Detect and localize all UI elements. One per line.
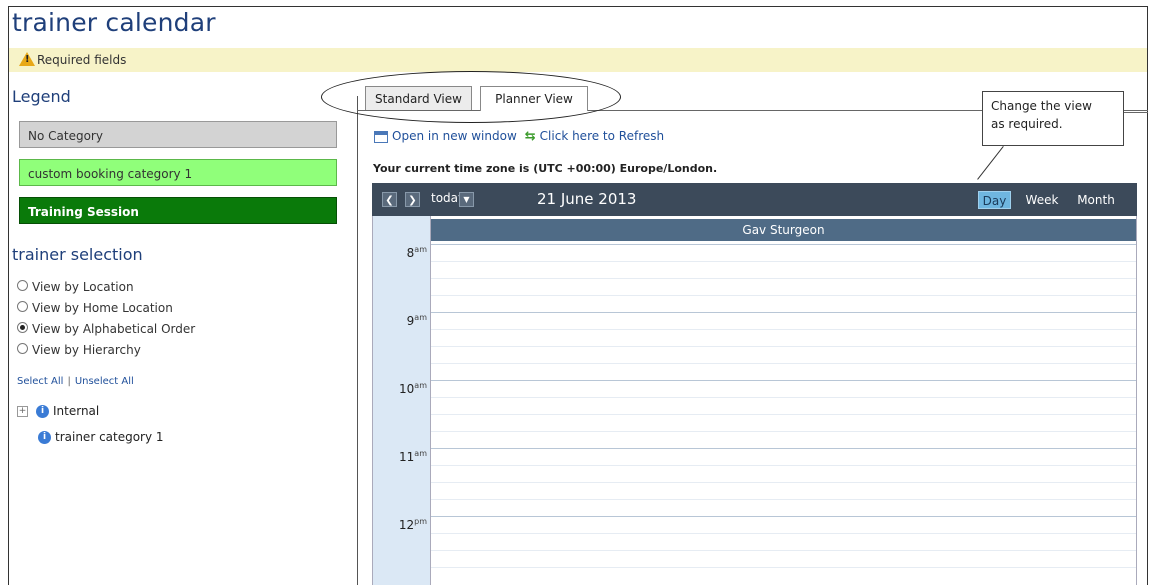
radio-label: View by Location	[32, 280, 134, 294]
slot-line	[431, 346, 1136, 347]
radio-view-by-home-location[interactable]: View by Home Location	[17, 301, 173, 315]
next-button[interactable]: ❯	[405, 192, 420, 207]
hour-label: 11am	[399, 449, 427, 464]
slot-line	[431, 261, 1136, 262]
slot-line	[431, 278, 1136, 279]
warning-icon	[19, 52, 35, 66]
view-week-button[interactable]: Week	[1023, 191, 1061, 209]
callout-line-1: Change the view	[991, 99, 1092, 113]
radio-button[interactable]	[17, 301, 28, 312]
legend-item-custom-booking-category: custom booking category 1	[19, 159, 337, 186]
calendar-date: 21 June 2013	[537, 190, 637, 208]
tree-item-label: trainer category 1	[55, 430, 164, 444]
annotation-line	[1124, 112, 1148, 113]
legend-item-no-category: No Category	[19, 121, 337, 148]
radio-view-by-alphabetical-order[interactable]: View by Alphabetical Order	[17, 322, 195, 336]
slot-line	[431, 414, 1136, 415]
slot-line	[431, 550, 1136, 551]
view-day-button[interactable]: Day	[978, 191, 1011, 209]
hour-label: 8am	[406, 245, 427, 260]
callout-line-2: as required.	[991, 117, 1063, 131]
timezone-text: Your current time zone is (UTC +00:00) E…	[373, 162, 718, 175]
slot-line	[431, 482, 1136, 483]
view-month-button[interactable]: Month	[1074, 191, 1118, 209]
hour-label: 9am	[406, 313, 427, 328]
hour-line	[431, 244, 1136, 245]
trainer-selection-title: trainer selection	[12, 245, 143, 264]
radio-view-by-hierarchy[interactable]: View by Hierarchy	[17, 343, 141, 357]
calendar: ❮ ❯ today ▼ 21 June 2013 Day Week Month …	[372, 183, 1137, 585]
slot-line	[431, 567, 1136, 568]
hour-line	[431, 312, 1136, 313]
calendar-links: Open in new window ⇆ Click here to Refresh	[374, 129, 664, 144]
slot-line	[431, 431, 1136, 432]
annotation-callout: Change the view as required.	[982, 91, 1124, 146]
radio-label: View by Alphabetical Order	[32, 322, 196, 336]
slot-line	[431, 397, 1136, 398]
slot-line	[431, 295, 1136, 296]
open-new-window-link[interactable]: Open in new window	[392, 129, 517, 143]
hour-line	[431, 380, 1136, 381]
slot-line	[431, 499, 1136, 500]
panel-divider	[357, 96, 358, 585]
chevron-down-icon[interactable]: ▼	[459, 192, 474, 207]
radio-view-by-location[interactable]: View by Location	[17, 280, 134, 294]
slot-line	[431, 329, 1136, 330]
tree-item-label: Internal	[53, 404, 100, 418]
prev-button[interactable]: ❮	[382, 192, 397, 207]
tree-item-internal[interactable]: + i Internal	[17, 404, 99, 418]
unselect-all-link[interactable]: Unselect All	[75, 376, 134, 387]
hour-line	[431, 448, 1136, 449]
refresh-link[interactable]: Click here to Refresh	[540, 129, 664, 143]
slot-line	[431, 465, 1136, 466]
page-title: trainer calendar	[12, 8, 216, 37]
separator: |	[67, 376, 71, 387]
annotation-ellipse	[321, 71, 621, 123]
calendar-toolbar: ❮ ❯ today ▼ 21 June 2013 Day Week Month	[372, 183, 1137, 216]
hour-line	[431, 516, 1136, 517]
required-fields-text: Required fields	[37, 53, 127, 67]
info-icon: i	[36, 405, 49, 418]
hour-label: 12pm	[398, 517, 427, 532]
radio-label: View by Home Location	[32, 301, 173, 315]
refresh-icon[interactable]: ⇆	[525, 129, 536, 144]
info-icon: i	[38, 431, 51, 444]
legend-item-training-session: Training Session	[19, 197, 337, 224]
calendar-grid[interactable]: Gav Sturgeon 8am 9am 10am 11am 12pm	[372, 216, 1137, 585]
hour-label: 10am	[399, 381, 427, 396]
expand-icon[interactable]: +	[17, 406, 28, 417]
slot-line	[431, 363, 1136, 364]
select-links: Select All | Unselect All	[17, 376, 134, 387]
radio-label: View by Hierarchy	[32, 343, 141, 357]
tree-item-trainer-category-1[interactable]: i trainer category 1	[38, 430, 164, 444]
resource-header: Gav Sturgeon	[431, 219, 1136, 241]
radio-button-selected[interactable]	[17, 322, 28, 333]
radio-button[interactable]	[17, 343, 28, 354]
window-icon	[374, 130, 388, 143]
slot-line	[431, 533, 1136, 534]
select-all-link[interactable]: Select All	[17, 376, 63, 387]
legend-title: Legend	[12, 87, 71, 106]
radio-button[interactable]	[17, 280, 28, 291]
required-fields-bar: Required fields	[9, 48, 1147, 72]
